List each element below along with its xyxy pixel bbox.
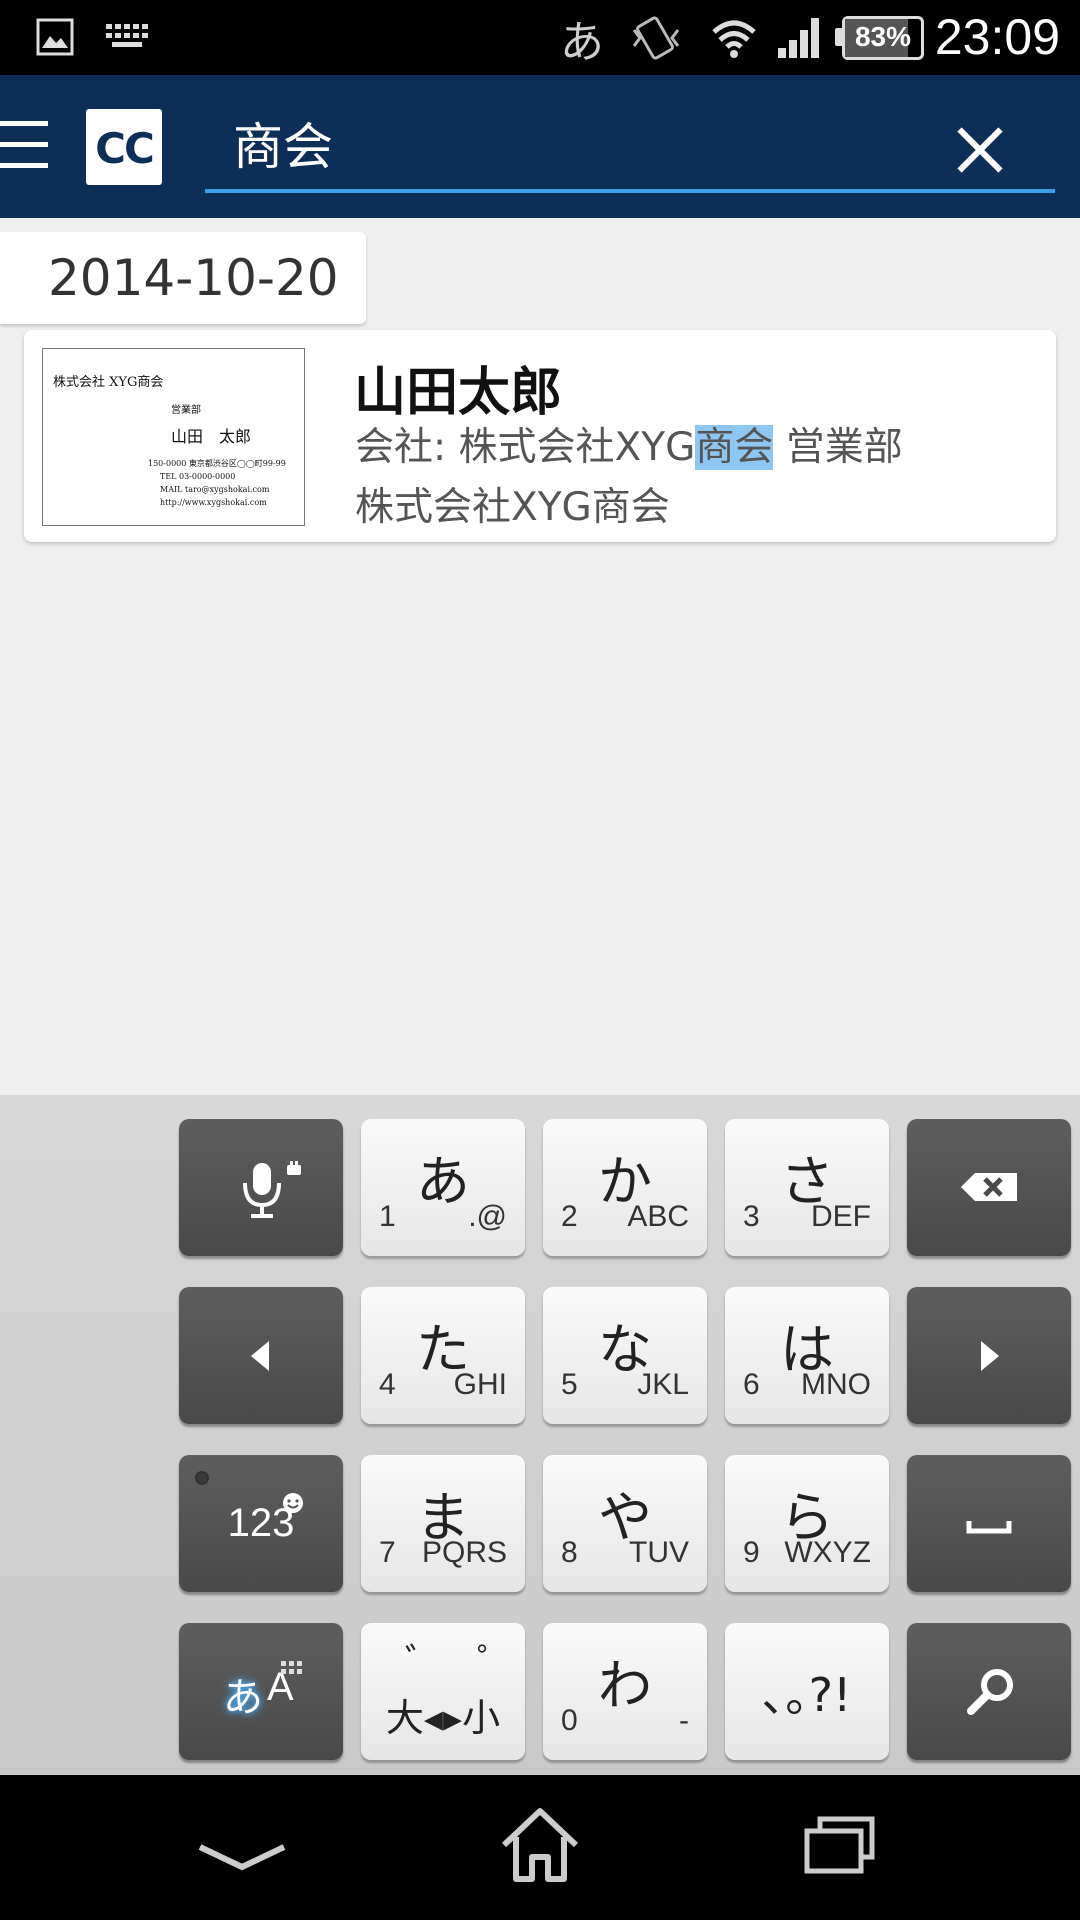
backspace-icon [961, 1173, 1017, 1201]
thumb-address: 150-0000 東京都渋谷区◯◯町99-99 [148, 459, 286, 468]
key-sa-row[interactable]: さ 3 DEF [725, 1119, 889, 1256]
voice-input-button[interactable] [179, 1119, 343, 1256]
search-highlight: 商会 [695, 425, 774, 470]
key-num: 5 [561, 1368, 578, 1401]
ime-icon: あ [560, 17, 604, 68]
close-icon[interactable] [945, 115, 1015, 185]
key-ma-row[interactable]: ま 7 PQRS [361, 1455, 525, 1592]
key-wa-row[interactable]: わ 0 - [543, 1623, 707, 1760]
thumb-tel: TEL 03-0000-0000 [160, 472, 236, 481]
thumb-url: http://www.xygshokai.com [160, 498, 267, 507]
recents-icon[interactable] [804, 1813, 876, 1875]
punctuation-button[interactable]: ､｡?! [725, 1623, 889, 1760]
thumb-details: 150-0000 東京都渋谷区◯◯町99-99 TEL 03-0000-0000… [148, 457, 286, 509]
back-icon[interactable] [196, 1837, 288, 1873]
key-alpha: MNO [801, 1368, 871, 1401]
keyboard: あ 1 .@ か 2 ABC さ 3 DEF た 4 GHI な 5 JKL は… [0, 1095, 1080, 1775]
key-num: 2 [561, 1200, 578, 1233]
cursor-right-button[interactable] [907, 1287, 1071, 1424]
business-card-thumbnail[interactable]: 株式会社 XYG商会 営業部 山田 太郎 150-0000 東京都渋谷区◯◯町9… [42, 348, 305, 526]
space-icon [966, 1521, 1012, 1534]
key-alpha: - [679, 1704, 689, 1737]
results-list: 2014-10-20 株式会社 XYG商会 営業部 山田 太郎 150-0000… [0, 218, 1080, 1095]
contact-company-line2: 株式会社XYG商会 [355, 485, 670, 530]
space-button[interactable] [907, 1455, 1071, 1592]
thumb-mail: MAIL taro@xygshokai.com [160, 485, 270, 494]
key-alpha: GHI [453, 1368, 507, 1401]
arrow-right-icon [981, 1341, 999, 1371]
key-alpha: WXYZ [784, 1536, 871, 1569]
thumb-person: 山田 太郎 [171, 427, 252, 446]
input-mode-button[interactable]: あ A [179, 1623, 343, 1760]
emoji-icon [283, 1493, 303, 1513]
cursor-left-button[interactable] [179, 1287, 343, 1424]
key-alpha: TUV [629, 1536, 689, 1569]
mic-icon [243, 1161, 301, 1218]
dakuten-marks: ゛゜ [405, 1642, 550, 1683]
key-num: 3 [743, 1200, 760, 1233]
battery-icon: 83% [842, 16, 924, 60]
key-alpha: JKL [637, 1368, 689, 1401]
key-num: 9 [743, 1536, 760, 1569]
battery-text: 83% [854, 21, 912, 52]
key-num: 4 [379, 1368, 396, 1401]
nav-bar [0, 1775, 1080, 1920]
key-num: 8 [561, 1536, 578, 1569]
grid-icon [281, 1661, 302, 1674]
clock: 23:09 [934, 9, 1060, 65]
key-alpha: PQRS [421, 1536, 507, 1569]
key-num: 6 [743, 1368, 760, 1401]
date-header: 2014-10-20 [0, 232, 366, 324]
thumb-department: 営業部 [171, 405, 201, 416]
key-na-row[interactable]: な 5 JKL [543, 1287, 707, 1424]
dakuten-button[interactable]: ゛゜ 大◂▸小 [361, 1623, 525, 1760]
wifi-icon [712, 20, 756, 58]
menu-icon[interactable] [0, 115, 48, 175]
key-ya-row[interactable]: や 8 TUV [543, 1455, 707, 1592]
key-ka-row[interactable]: か 2 ABC [543, 1119, 707, 1256]
signal-icon [778, 18, 819, 58]
arrow-left-icon [251, 1341, 269, 1371]
dakuten-label: 大◂▸小 [385, 1696, 501, 1740]
key-alpha: DEF [811, 1200, 871, 1233]
status-bar: あ 83% 23:09 [0, 0, 1080, 75]
input-mode-kana: あ [223, 1675, 263, 1721]
contact-company: 会社: 株式会社XYG商会 営業部 [355, 416, 903, 472]
numeric-mode-button[interactable]: 123 [179, 1455, 343, 1592]
app-logo[interactable]: CC [86, 109, 162, 185]
punctuation-label: ､｡?! [762, 1667, 852, 1722]
search-input[interactable] [205, 97, 1055, 193]
company-suffix: 営業部 [773, 425, 903, 470]
key-alpha: .@ [468, 1200, 507, 1233]
key-alpha: ABC [627, 1200, 689, 1233]
keyboard-icon [106, 24, 148, 47]
indicator-dot [195, 1471, 209, 1485]
image-icon [36, 18, 74, 56]
backspace-button[interactable] [907, 1119, 1071, 1256]
key-a-row[interactable]: あ 1 .@ [361, 1119, 525, 1256]
vibrate-icon [632, 16, 680, 60]
key-ta-row[interactable]: た 4 GHI [361, 1287, 525, 1424]
key-ra-row[interactable]: ら 9 WXYZ [725, 1455, 889, 1592]
search-icon [967, 1669, 1013, 1715]
app-bar: CC [0, 75, 1080, 218]
thumb-company: 株式会社 XYG商会 [53, 375, 164, 390]
list-item[interactable]: 株式会社 XYG商会 営業部 山田 太郎 150-0000 東京都渋谷区◯◯町9… [24, 330, 1056, 542]
battery-tip [835, 28, 842, 46]
company-prefix: 会社: 株式会社XYG [355, 425, 696, 470]
key-ha-row[interactable]: は 6 MNO [725, 1287, 889, 1424]
key-num: 1 [379, 1200, 396, 1233]
search-button[interactable] [907, 1623, 1071, 1760]
contact-name: 山田太郎 [354, 363, 563, 423]
home-icon[interactable] [496, 1805, 584, 1885]
key-num: 0 [561, 1704, 578, 1737]
key-num: 7 [379, 1536, 396, 1569]
